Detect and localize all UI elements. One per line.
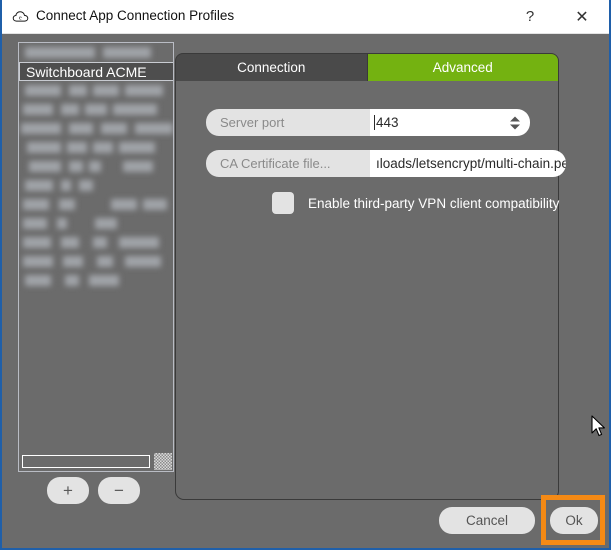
- redacted-text: [23, 237, 51, 248]
- cloud-e-icon: e: [12, 11, 29, 22]
- tab-bar: Connection Advanced: [175, 53, 559, 81]
- redacted-text: [23, 104, 53, 115]
- redacted-text: [125, 256, 161, 267]
- redacted-text: [93, 237, 107, 248]
- redacted-text: [61, 104, 79, 115]
- profile-list[interactable]: Switchboard ACME: [18, 42, 174, 472]
- redacted-text: [25, 47, 95, 58]
- redacted-text: [69, 161, 83, 172]
- mouse-cursor: [591, 415, 605, 437]
- title-bar: e Connect App Connection Profiles ? ✕: [2, 0, 609, 34]
- stepper-down-icon[interactable]: [510, 124, 520, 129]
- redacted-text: [63, 256, 83, 267]
- redacted-text: [89, 275, 119, 286]
- help-button[interactable]: ?: [507, 0, 553, 33]
- redacted-text: [23, 218, 47, 229]
- redacted-text: [23, 199, 49, 210]
- redacted-text: [69, 85, 87, 96]
- redacted-text: [93, 85, 119, 96]
- server-port-row: Server port 443: [206, 109, 530, 136]
- stepper-up-icon[interactable]: [510, 116, 520, 121]
- redacted-text: [25, 85, 61, 96]
- profile-list-horizontal-scrollbar[interactable]: [20, 453, 156, 470]
- list-item-label: Switchboard ACME: [26, 63, 147, 80]
- redacted-text: [25, 275, 51, 286]
- list-item[interactable]: [19, 271, 173, 290]
- profile-list-rows[interactable]: Switchboard ACME: [19, 43, 173, 290]
- list-item[interactable]: [19, 43, 173, 62]
- redacted-text: [25, 180, 53, 191]
- redacted-text: [59, 199, 75, 210]
- redacted-text: [103, 47, 151, 58]
- tab-advanced[interactable]: Advanced: [367, 53, 559, 81]
- redacted-text: [57, 218, 67, 229]
- list-item-selected[interactable]: Switchboard ACME: [19, 62, 173, 81]
- redacted-text: [61, 237, 79, 248]
- scrollbar-thumb[interactable]: [22, 455, 150, 468]
- redacted-text: [93, 142, 113, 153]
- list-item[interactable]: [19, 252, 173, 271]
- redacted-text: [113, 104, 157, 115]
- redacted-text: [111, 199, 137, 210]
- server-port-input[interactable]: 443: [370, 109, 530, 136]
- list-item[interactable]: [19, 195, 173, 214]
- server-port-stepper[interactable]: [510, 116, 520, 129]
- redacted-text: [119, 142, 155, 153]
- add-profile-button[interactable]: +: [47, 477, 89, 504]
- list-item[interactable]: [19, 138, 173, 157]
- server-port-value: 443: [376, 115, 399, 130]
- redacted-text: [119, 237, 159, 248]
- list-item[interactable]: [19, 100, 173, 119]
- redacted-text: [79, 180, 93, 191]
- resize-grip[interactable]: [154, 453, 172, 470]
- redacted-text: [95, 218, 117, 229]
- third-party-vpn-label: Enable third-party VPN client compatibil…: [308, 195, 560, 211]
- redacted-text: [67, 142, 87, 153]
- redacted-text: [61, 180, 71, 191]
- connection-profiles-window: e Connect App Connection Profiles ? ✕ Sw…: [0, 0, 611, 550]
- remove-profile-button[interactable]: −: [98, 477, 140, 504]
- redacted-text: [89, 161, 101, 172]
- list-item[interactable]: [19, 214, 173, 233]
- server-port-label: Server port: [206, 109, 370, 136]
- redacted-text: [85, 104, 107, 115]
- tab-connection[interactable]: Connection: [175, 53, 368, 81]
- ca-certificate-value: ıloads/letsencrypt/multi-chain.pem: [376, 156, 566, 171]
- list-item[interactable]: [19, 233, 173, 252]
- list-item[interactable]: [19, 176, 173, 195]
- redacted-text: [27, 142, 61, 153]
- redacted-text: [125, 85, 163, 96]
- cancel-button[interactable]: Cancel: [439, 507, 535, 534]
- redacted-text: [23, 256, 53, 267]
- close-button[interactable]: ✕: [559, 0, 605, 33]
- list-item[interactable]: [19, 157, 173, 176]
- redacted-text: [123, 161, 153, 172]
- third-party-vpn-row[interactable]: Enable third-party VPN client compatibil…: [272, 192, 559, 214]
- redacted-text: [65, 275, 79, 286]
- ca-certificate-row: CA Certificate file... ıloads/letsencryp…: [206, 150, 566, 177]
- ca-certificate-label[interactable]: CA Certificate file...: [206, 150, 370, 177]
- window-title: Connect App Connection Profiles: [36, 8, 235, 23]
- redacted-text: [97, 256, 113, 267]
- redacted-text: [135, 123, 173, 134]
- redacted-text: [29, 161, 61, 172]
- redacted-text: [101, 123, 127, 134]
- svg-text:e: e: [19, 15, 22, 22]
- text-caret: [374, 115, 375, 130]
- ca-certificate-input[interactable]: ıloads/letsencrypt/multi-chain.pem: [370, 150, 566, 177]
- advanced-tab-panel: Server port 443 CA Certificate file... ı…: [175, 81, 566, 500]
- redacted-text: [143, 199, 167, 210]
- list-item[interactable]: [19, 119, 173, 138]
- redacted-text: [21, 123, 61, 134]
- redacted-text: [69, 123, 93, 134]
- list-item[interactable]: [19, 81, 173, 100]
- ok-button[interactable]: Ok: [550, 507, 598, 534]
- third-party-vpn-checkbox[interactable]: [272, 192, 294, 214]
